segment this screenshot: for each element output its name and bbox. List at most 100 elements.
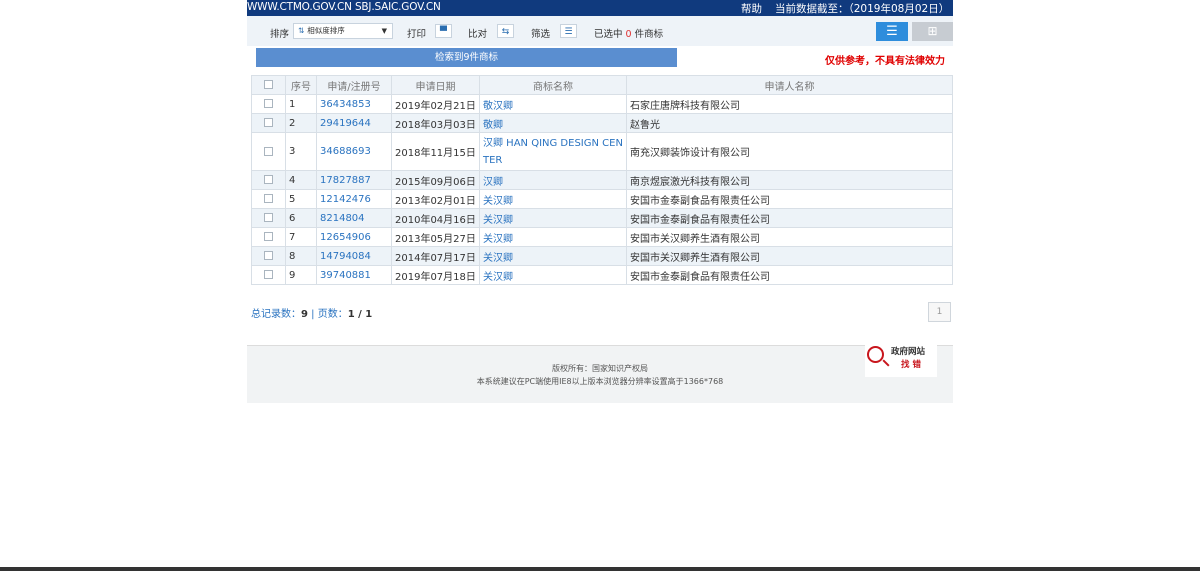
disclaimer: 仅供参考，不具有法律效力: [825, 56, 945, 67]
row-date: 2015年09月06日: [391, 170, 480, 190]
row-applicant: 石家庄唐牌科技有限公司: [626, 94, 953, 114]
reg-no-link[interactable]: 8214804: [320, 213, 365, 224]
row-no: 5: [285, 189, 317, 209]
grid-view-icon[interactable]: ⊞: [912, 22, 953, 41]
row-date: 2018年03月03日: [391, 113, 480, 133]
page-container: WWW.CTMO.GOV.CN SBJ.SAIC.GOV.CN 帮助 当前数据截…: [247, 0, 953, 403]
sort-value: 相似度排序: [307, 26, 345, 35]
table-row: 1 36434853 2019年02月21日 敬汉卿 石家庄唐牌科技有限公司: [251, 94, 953, 114]
row-applicant: 赵鲁光: [626, 113, 953, 133]
col-date: 申请日期: [391, 75, 480, 95]
reg-no-link[interactable]: 12142476: [320, 194, 371, 205]
row-applicant: 安国市金泰副食品有限责任公司: [626, 208, 953, 228]
reg-no-link[interactable]: 36434853: [320, 99, 371, 110]
select-all-checkbox[interactable]: [251, 75, 286, 95]
row-no: 4: [285, 170, 317, 190]
row-checkbox[interactable]: [251, 94, 286, 114]
table-row: 7 12654906 2013年05月27日 关汉卿 安国市关汉卿养生酒有限公司: [251, 227, 953, 247]
badge-title: 政府网站: [891, 347, 926, 357]
page-button[interactable]: 1: [928, 302, 951, 322]
row-checkbox[interactable]: [251, 227, 286, 247]
row-date: 2013年02月01日: [391, 189, 480, 209]
mark-name-link[interactable]: 关汉卿: [483, 234, 513, 245]
row-no: 2: [285, 113, 317, 133]
table-header: 序号 申请/注册号 申请日期 商标名称 申请人名称: [251, 75, 953, 95]
col-applicant: 申请人名称: [626, 75, 953, 95]
col-no: 序号: [285, 75, 317, 95]
reg-no-link[interactable]: 14794084: [320, 251, 371, 262]
row-checkbox[interactable]: [251, 265, 286, 285]
table-row: 5 12142476 2013年02月01日 关汉卿 安国市金泰副食品有限责任公…: [251, 189, 953, 209]
sort-arrow-icon: ⇅: [298, 26, 305, 35]
table-row: 2 29419644 2018年03月03日 敬卿 赵鲁光: [251, 113, 953, 133]
print-icon[interactable]: ▀: [435, 24, 452, 38]
row-checkbox[interactable]: [251, 246, 286, 266]
record-summary: 总记录数：9 | 页数：1 / 1: [251, 309, 373, 320]
compare-icon[interactable]: ⇆: [497, 24, 514, 38]
mark-name-link[interactable]: 关汉卿: [483, 272, 513, 283]
sort-select[interactable]: ⇅ 相似度排序 ▼: [293, 23, 393, 39]
row-date: 2014年07月17日: [391, 246, 480, 266]
mark-name-link[interactable]: 敬卿: [483, 120, 503, 131]
row-checkbox[interactable]: [251, 189, 286, 209]
bottom-bar: [0, 567, 1200, 571]
reg-no-link[interactable]: 29419644: [320, 118, 371, 129]
row-date: 2013年05月27日: [391, 227, 480, 247]
row-checkbox[interactable]: [251, 208, 286, 228]
mark-name-link[interactable]: 汉卿: [483, 177, 503, 188]
row-applicant: 安国市金泰副食品有限责任公司: [626, 265, 953, 285]
row-checkbox[interactable]: [251, 113, 286, 133]
mark-name-link[interactable]: 汉卿 HAN QING DESIGN CENTER: [483, 138, 623, 166]
row-applicant: 南京煜宸激光科技有限公司: [626, 170, 953, 190]
list-view-icon[interactable]: ☰: [876, 22, 908, 41]
reg-no-link[interactable]: 34688693: [320, 146, 371, 157]
filter-label: 筛选: [531, 29, 551, 40]
table-row: 3 34688693 2018年11月15日 汉卿 HAN QING DESIG…: [251, 132, 953, 171]
sort-label: 排序: [270, 29, 290, 40]
row-checkbox[interactable]: [251, 132, 286, 171]
result-count-bar: 检索到9件商标: [256, 48, 677, 67]
table-row: 9 39740881 2019年07月18日 关汉卿 安国市金泰副食品有限责任公…: [251, 265, 953, 285]
row-date: 2019年02月21日: [391, 94, 480, 114]
compare-label: 比对: [468, 29, 488, 40]
mark-name-link[interactable]: 关汉卿: [483, 253, 513, 264]
filter-icon[interactable]: ☰: [560, 24, 577, 38]
mark-name-link[interactable]: 关汉卿: [483, 215, 513, 226]
row-date: 2010年04月16日: [391, 208, 480, 228]
col-reg-no: 申请/注册号: [316, 75, 392, 95]
top-bar: WWW.CTMO.GOV.CN SBJ.SAIC.GOV.CN 帮助 当前数据截…: [247, 0, 953, 16]
row-applicant: 南充汉卿装饰设计有限公司: [626, 132, 953, 171]
table-row: 8 14794084 2014年07月17日 关汉卿 安国市关汉卿养生酒有限公司: [251, 246, 953, 266]
browser-note: 本系统建议在PC端使用IE8以上版本浏览器分辨率设置高于1366*768: [476, 377, 724, 386]
row-no: 1: [285, 94, 317, 114]
print-label: 打印: [407, 29, 427, 40]
row-applicant: 安国市关汉卿养生酒有限公司: [626, 246, 953, 266]
row-applicant: 安国市关汉卿养生酒有限公司: [626, 227, 953, 247]
row-no: 7: [285, 227, 317, 247]
row-date: 2019年07月18日: [391, 265, 480, 285]
reg-no-link[interactable]: 39740881: [320, 270, 371, 281]
row-no: 3: [285, 132, 317, 171]
chevron-down-icon: ▼: [381, 27, 387, 35]
copyright: 版权所有：国家知识产权局: [552, 364, 648, 373]
row-applicant: 安国市金泰副食品有限责任公司: [626, 189, 953, 209]
reg-no-link[interactable]: 12654906: [320, 232, 371, 243]
row-no: 6: [285, 208, 317, 228]
footer: 政府网站 找 错 版权所有：国家知识产权局 本系统建议在PC端使用IE8以上版本…: [247, 343, 953, 403]
row-no: 9: [285, 265, 317, 285]
mark-name-link[interactable]: 关汉卿: [483, 196, 513, 207]
table-row: 4 17827887 2015年09月06日 汉卿 南京煜宸激光科技有限公司: [251, 170, 953, 190]
data-date: 当前数据截至：（2019年08月02日）: [775, 3, 950, 15]
row-no: 8: [285, 246, 317, 266]
site-url: WWW.CTMO.GOV.CN SBJ.SAIC.GOV.CN: [247, 1, 441, 13]
table-row: 6 8214804 2010年04月16日 关汉卿 安国市金泰副食品有限责任公司: [251, 208, 953, 228]
col-mark-name: 商标名称: [479, 75, 627, 95]
row-checkbox[interactable]: [251, 170, 286, 190]
reg-no-link[interactable]: 17827887: [320, 175, 371, 186]
trademark-table: 序号 申请/注册号 申请日期 商标名称 申请人名称 1 36434853 201…: [251, 75, 953, 285]
selected-count: 已选中 0 件商标: [594, 29, 664, 40]
row-date: 2018年11月15日: [391, 132, 480, 171]
help-link[interactable]: 帮助: [741, 1, 762, 16]
toolbar: 排序 ⇅ 相似度排序 ▼ 打印 ▀ 比对 ⇆ 筛选 ☰ 已选中 0 件商标: [247, 16, 953, 46]
mark-name-link[interactable]: 敬汉卿: [483, 101, 513, 112]
